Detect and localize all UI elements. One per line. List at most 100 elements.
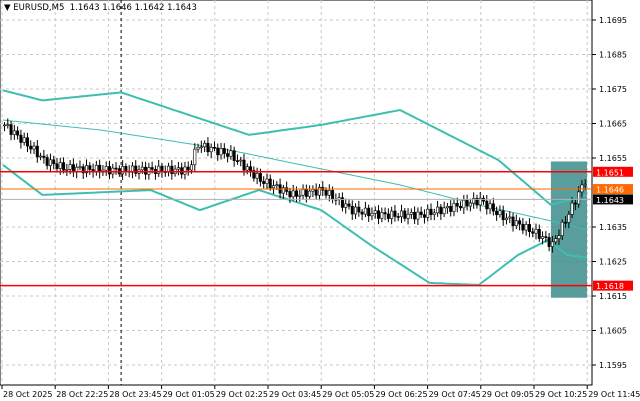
candle-body — [429, 208, 433, 215]
y-tick-label: 1.1695 — [599, 16, 627, 25]
candle-body — [39, 155, 43, 158]
candle-body — [68, 164, 72, 170]
candle-body — [390, 210, 394, 219]
candle-body — [314, 189, 318, 196]
candle-body — [367, 207, 371, 217]
close-value: 1.1643 — [167, 3, 197, 13]
candle-body — [55, 163, 59, 169]
candle-body — [393, 210, 397, 217]
candle-body — [455, 203, 459, 207]
candle-body — [383, 212, 387, 215]
candle-body — [534, 229, 538, 234]
candle-body — [350, 205, 354, 215]
open-value: 1.1643 — [69, 3, 100, 13]
y-tick-label: 1.1665 — [599, 120, 627, 129]
candle-body — [550, 241, 554, 247]
candle-body — [508, 216, 512, 219]
candle-body — [262, 181, 266, 184]
candle-body — [186, 166, 190, 171]
level-label: 1.1651 — [596, 168, 624, 177]
candle-body — [409, 212, 413, 215]
candle-body — [249, 166, 253, 171]
candle-body — [399, 210, 403, 218]
candle-body — [285, 187, 289, 192]
candle-body — [570, 202, 574, 215]
candle-body — [6, 124, 10, 126]
candle-body — [386, 213, 390, 219]
candle-body — [196, 146, 200, 150]
candle-body — [465, 199, 469, 207]
candle-body — [65, 168, 69, 171]
candle-body — [357, 206, 361, 213]
candle-body — [16, 130, 20, 136]
candle-body — [432, 212, 436, 215]
triangle-down-icon[interactable]: ▼ — [4, 3, 13, 13]
y-tick-label: 1.1685 — [599, 51, 627, 60]
candle-body — [422, 214, 426, 218]
candle-body — [577, 191, 581, 205]
candle-body — [183, 166, 187, 175]
candle-body — [209, 147, 213, 153]
x-tick-label: 29 Oct 05:05 — [322, 390, 374, 399]
candle-body — [94, 164, 98, 173]
candle-body — [501, 210, 505, 221]
candle-body — [426, 208, 430, 218]
candle-body — [258, 173, 262, 182]
price-chart[interactable]: 1.16511.16181.16461.16431.16951.16851.16… — [0, 0, 640, 401]
candle-body — [504, 217, 508, 221]
candle-body — [419, 211, 423, 215]
candle-body — [265, 178, 269, 184]
candle-body — [560, 221, 564, 236]
candle-body — [518, 220, 522, 225]
candle-body — [232, 150, 236, 161]
y-tick-label: 1.1655 — [599, 154, 627, 163]
candle-body — [583, 183, 587, 186]
candle-body — [239, 159, 243, 162]
candle-body — [268, 178, 272, 189]
candle-body — [124, 166, 128, 172]
candle-body — [291, 190, 295, 198]
level-label: 1.1646 — [596, 186, 624, 195]
candle-body — [442, 207, 446, 215]
y-tick-label: 1.1615 — [599, 292, 627, 301]
candle-body — [272, 185, 276, 189]
candle-body — [331, 190, 335, 200]
candle-body — [403, 210, 407, 219]
candle-body — [229, 150, 233, 157]
candle-body — [222, 148, 226, 154]
candle-body — [150, 167, 154, 170]
candle-body — [203, 142, 207, 148]
candle-body — [275, 184, 279, 187]
candle-body — [25, 137, 29, 147]
candle-body — [58, 162, 62, 169]
candle-body — [554, 238, 558, 243]
candle-body — [488, 203, 492, 210]
candle-body — [360, 211, 364, 215]
x-tick-label: 29 Oct 02:25 — [216, 390, 268, 399]
candle-body — [298, 194, 302, 197]
candle-body — [459, 205, 463, 209]
candle-body — [114, 167, 118, 170]
chart-window[interactable]: 1.1651 1.1618 1.1646 1.1643 1.1695 1.1685 1.16… — [0, 0, 640, 401]
candle-body — [445, 205, 449, 209]
candle-body — [62, 162, 66, 171]
y-tick-label: 1.1605 — [599, 327, 627, 336]
candle-body — [111, 167, 115, 175]
candle-body — [42, 155, 46, 158]
candle-body — [449, 205, 453, 212]
candle-body — [226, 153, 230, 157]
candle-body — [206, 142, 210, 153]
x-tick-label: 29 Oct 01:05 — [163, 390, 215, 399]
candle-body — [193, 148, 197, 166]
candle-body — [147, 167, 151, 175]
candle-body — [363, 207, 367, 215]
x-tick-label: 29 Oct 07:45 — [429, 390, 481, 399]
candle-body — [531, 231, 535, 234]
candle-body — [288, 191, 292, 198]
candle-body — [304, 189, 308, 197]
candle-body — [22, 137, 26, 143]
candle-body — [547, 237, 551, 247]
low-value: 1.1642 — [134, 3, 165, 13]
candle-body — [485, 200, 489, 210]
candle-body — [354, 206, 358, 215]
